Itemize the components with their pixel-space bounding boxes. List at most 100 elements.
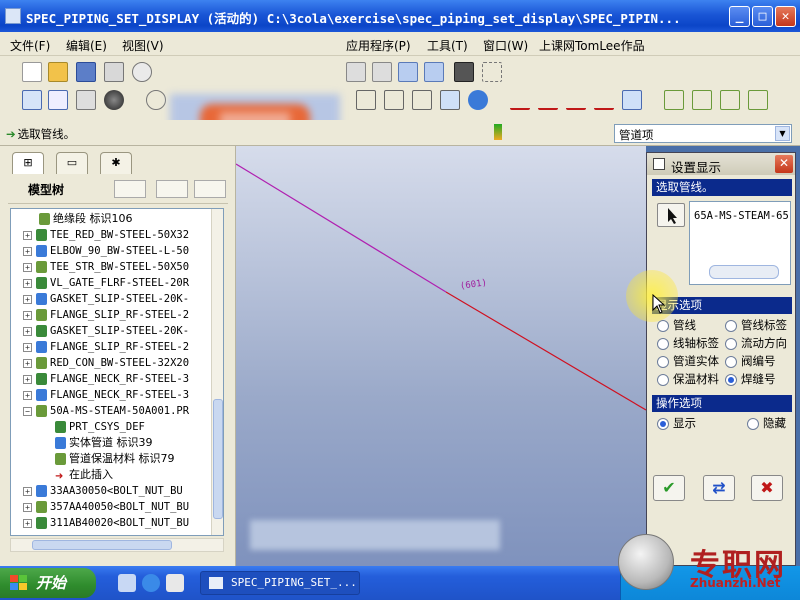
tree-item[interactable]: + RED_CON_BW-STEEL-32X20 — [23, 355, 189, 371]
expand-icon[interactable]: + — [23, 374, 32, 384]
tab-folder-browser[interactable]: ▭ — [56, 152, 88, 174]
radio-button[interactable] — [657, 355, 669, 368]
menu-file[interactable]: 文件(F) — [10, 37, 50, 54]
menu-tomlee-works[interactable]: 上课网TomLee作品 — [539, 37, 645, 54]
selected-pipeline[interactable]: 65A-MS-STEAM-65 — [694, 210, 789, 222]
tree-item[interactable]: + GASKET_SLIP-STEEL-20K- — [23, 291, 189, 307]
tree-item[interactable]: PRT_CSYS_DEF — [55, 419, 145, 435]
tree-item[interactable]: + VL_GATE_FLRF-STEEL-20R — [23, 275, 189, 291]
ok-button[interactable]: ✔ — [653, 475, 685, 501]
saved-views-icon[interactable] — [468, 90, 488, 110]
expand-icon[interactable]: + — [23, 486, 32, 496]
expand-icon[interactable]: + — [23, 358, 32, 368]
route-icon[interactable] — [48, 90, 68, 110]
print-icon[interactable] — [104, 62, 124, 82]
new-file-icon[interactable] — [22, 62, 42, 82]
menu-tools[interactable]: 工具(T) — [427, 37, 468, 54]
radio-button[interactable] — [725, 373, 737, 386]
pipe-segment-upper[interactable] — [236, 163, 447, 293]
radio-button[interactable] — [657, 373, 669, 386]
apply-button[interactable]: ⇄ — [703, 475, 735, 501]
menu-edit[interactable]: 编辑(E) — [66, 37, 107, 54]
sketch-icon[interactable] — [22, 90, 42, 110]
radio-button[interactable] — [657, 319, 669, 332]
tree-item[interactable]: 管道保温材料 标识79 — [55, 451, 175, 467]
tree-item[interactable]: 实体管道 标识39 — [55, 435, 153, 451]
radio-button[interactable] — [657, 417, 669, 430]
tree-horizontal-scroll-thumb[interactable] — [32, 540, 172, 550]
regenerate-manager-icon[interactable] — [424, 62, 444, 82]
radio-button[interactable] — [725, 337, 737, 350]
expand-icon[interactable]: + — [23, 326, 32, 336]
display-option[interactable]: 流动方向 — [725, 335, 787, 351]
display-option[interactable]: 管线标签 — [725, 317, 787, 333]
tab-favorites[interactable]: ✱ — [100, 152, 132, 174]
email-icon[interactable] — [132, 62, 152, 82]
tree-item[interactable]: + FLANGE_SLIP_RF-STEEL-2 — [23, 307, 189, 323]
menu-view[interactable]: 视图(V) — [122, 37, 164, 54]
minimize-button[interactable]: _ — [729, 6, 750, 27]
save-icon[interactable] — [76, 62, 96, 82]
datum-point-icon[interactable] — [566, 90, 586, 110]
view-hidden-icon[interactable] — [384, 90, 404, 110]
view-wireframe-icon[interactable] — [356, 90, 376, 110]
display-option[interactable]: 管道实体 — [657, 353, 719, 369]
pipe-fitting-icon[interactable] — [692, 90, 712, 110]
menu-window[interactable]: 窗口(W) — [483, 37, 528, 54]
graphics-window[interactable]: (601) — [236, 146, 646, 566]
expand-icon[interactable]: + — [23, 294, 32, 304]
chevron-down-icon[interactable]: ▼ — [775, 126, 790, 141]
tree-item[interactable]: + TEE_STR_BW-STEEL-50X50 — [23, 259, 189, 275]
radio-button[interactable] — [725, 355, 737, 368]
tree-item[interactable]: + FLANGE_NECK_RF-STEEL-3 — [23, 371, 189, 387]
expand-icon[interactable]: + — [23, 246, 32, 256]
select-pipeline-button[interactable] — [657, 203, 685, 227]
coordinate-system-icon[interactable] — [594, 90, 614, 110]
display-option[interactable]: 焊缝号 — [725, 371, 776, 387]
tree-item[interactable]: + GASKET_SLIP-STEEL-20K- — [23, 323, 189, 339]
tree-item[interactable]: + FLANGE_NECK_RF-STEEL-3 — [23, 387, 189, 403]
tree-filters-icon[interactable] — [156, 180, 188, 198]
expand-icon[interactable]: + — [23, 518, 32, 528]
window-title-bar[interactable]: SPEC_PIPING_SET_DISPLAY (活动的) C:\3cola\e… — [0, 0, 800, 32]
cancel-button[interactable]: ✖ — [751, 475, 783, 501]
expand-icon[interactable]: + — [23, 278, 32, 288]
display-option[interactable]: 阀编号 — [725, 353, 776, 369]
taskbar-item-spec-piping[interactable]: SPEC_PIPING_SET_... — [200, 571, 360, 595]
close-button[interactable]: ✕ — [775, 6, 796, 27]
tree-item[interactable]: +357AA40050<BOLT_NUT_BU — [23, 499, 189, 515]
view-no-hidden-icon[interactable] — [412, 90, 432, 110]
pipe-insulation-icon[interactable] — [720, 90, 740, 110]
tree-item[interactable]: ➜ 在此插入 — [55, 467, 113, 483]
expand-icon[interactable]: + — [23, 230, 32, 240]
pipe-segment-icon[interactable] — [748, 90, 768, 110]
tree-settings-icon[interactable] — [114, 180, 146, 198]
tab-model-tree[interactable]: ⊞ — [12, 152, 44, 174]
expand-icon[interactable]: + — [23, 502, 32, 512]
search-binoculars-icon[interactable] — [454, 62, 474, 82]
paste-icon[interactable] — [372, 62, 392, 82]
pipe-segment-lower[interactable] — [445, 291, 646, 411]
tree-show-icon[interactable] — [194, 180, 226, 198]
tree-item[interactable]: +311AB40020<BOLT_NUT_BU — [23, 515, 189, 531]
datum-plane-icon[interactable] — [510, 90, 530, 110]
show-option[interactable]: 显示 — [657, 415, 696, 431]
app-icon[interactable] — [5, 8, 21, 24]
expand-icon[interactable]: + — [23, 390, 32, 400]
tree-item[interactable]: +33AA30050<BOLT_NUT_BU — [23, 483, 183, 499]
settings-icon[interactable] — [76, 90, 96, 110]
dialog-close-button[interactable]: ✕ — [775, 155, 793, 173]
radio-button[interactable] — [657, 337, 669, 350]
show-desktop-icon[interactable] — [118, 574, 136, 592]
start-button[interactable]: 开始 — [0, 568, 96, 598]
maximize-button[interactable]: □ — [752, 6, 773, 27]
list-horizontal-scrollbar[interactable] — [709, 265, 779, 279]
copy-icon[interactable] — [346, 62, 366, 82]
tree-item[interactable]: 绝缘段 标识106 — [39, 211, 133, 227]
tree-vertical-scroll-thumb[interactable] — [213, 399, 223, 519]
expand-icon[interactable]: + — [23, 342, 32, 352]
selection-box-icon[interactable] — [482, 62, 502, 82]
expand-icon[interactable]: + — [23, 262, 32, 272]
expand-icon[interactable]: + — [23, 310, 32, 320]
radio-button[interactable] — [725, 319, 737, 332]
